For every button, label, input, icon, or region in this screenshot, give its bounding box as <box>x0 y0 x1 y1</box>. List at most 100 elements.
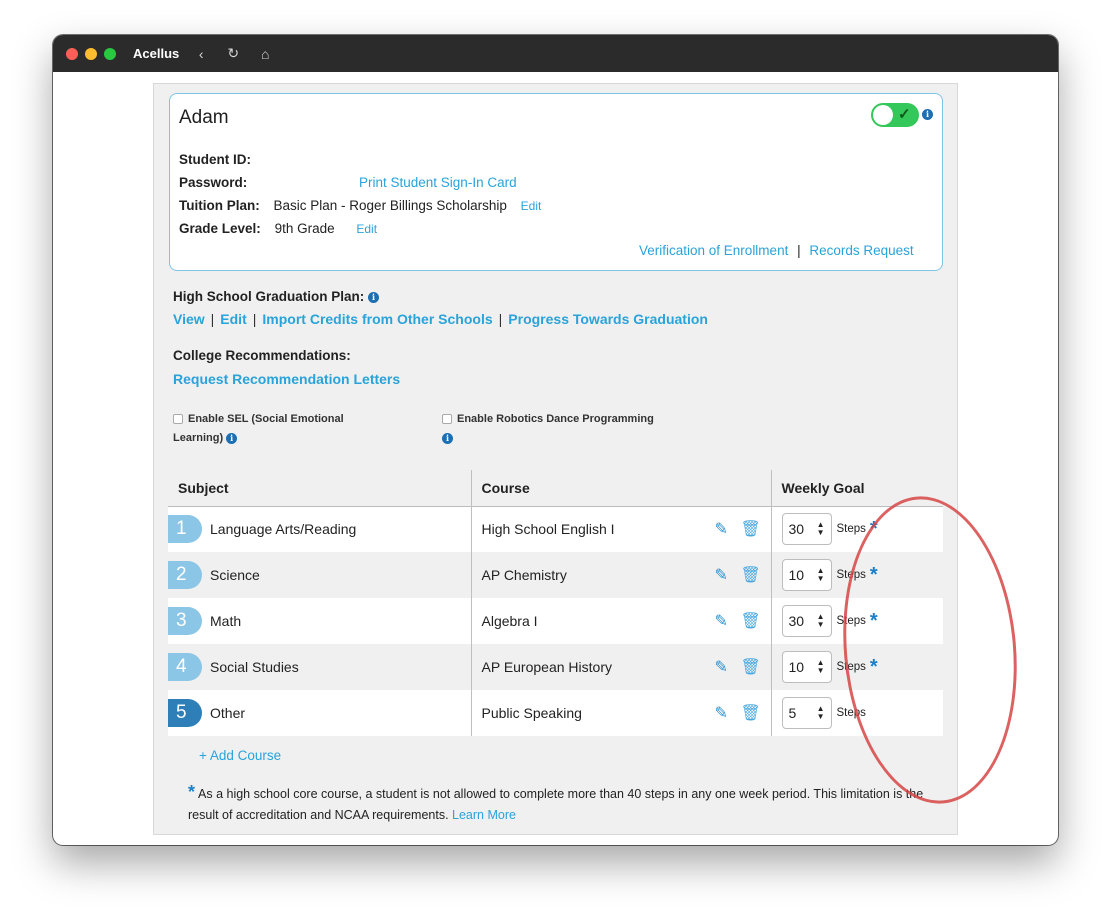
course-column-header: Course <box>470 470 771 507</box>
info-icon[interactable]: i <box>922 109 933 120</box>
stepper-arrows-icon[interactable]: ▲ ▼ <box>817 521 825 537</box>
edit-plan-link[interactable]: Edit <box>220 311 246 327</box>
course-name: High School English I <box>481 521 615 538</box>
password-field: Password: <box>179 175 247 190</box>
weekly-goal-stepper[interactable]: 30 ▲ ▼ <box>781 605 832 637</box>
stepper-arrows-icon[interactable]: ▲ ▼ <box>817 705 825 721</box>
robotics-label: Enable Robotics Dance Programming <box>457 413 654 425</box>
close-window-button[interactable] <box>66 47 78 60</box>
subject-cell: 2 Science <box>168 561 471 589</box>
core-course-asterisk: * <box>869 610 878 632</box>
table-row: 2 Science AP Chemistry ✎ 🗑 10 ▲ ▼ Steps * <box>168 552 943 598</box>
separator: | <box>498 311 503 327</box>
edit-pencil-icon[interactable]: ✎ <box>715 565 741 585</box>
verification-of-enrollment-link[interactable]: Verification of Enrollment <box>639 243 788 258</box>
import-credits-link[interactable]: Import Credits from Other Schools <box>262 311 492 327</box>
courses-table: Subject Course Weekly Goal 1 Language Art… <box>168 470 943 736</box>
subject-name: Math <box>210 613 242 629</box>
college-section: College Recommendations: <box>173 348 351 363</box>
course-cell: Algebra I ✎ 🗑 <box>472 611 771 631</box>
subject-name: Science <box>210 567 260 583</box>
edit-pencil-icon[interactable]: ✎ <box>715 703 741 723</box>
table-row: 1 Language Arts/Reading High School Engli… <box>168 506 943 552</box>
weekly-goal-stepper[interactable]: 10 ▲ ▼ <box>781 559 832 591</box>
robotics-checkbox[interactable] <box>442 414 452 425</box>
home-icon[interactable]: ⌂ <box>257 46 273 62</box>
row-number-badge: 3 <box>168 607 202 635</box>
course-name: Algebra I <box>481 613 538 629</box>
goal-value: 30 <box>788 613 805 629</box>
sel-checkbox[interactable] <box>173 414 183 425</box>
trash-icon[interactable]: 🗑 <box>741 519 767 539</box>
records-request-link[interactable]: Records Request <box>809 243 913 258</box>
grade-label: Grade Level: <box>179 221 261 236</box>
row-number-badge: 1 <box>168 515 202 544</box>
request-recommendation-letters-link[interactable]: Request Recommendation Letters <box>173 371 400 387</box>
app-window: Acellus ‹ ↻ ⌂ Adam ✓ i Student ID: Passw… <box>53 35 1058 845</box>
sel-option: Enable SEL (Social Emotional Learning) i <box>173 410 373 448</box>
enrollment-links: Verification of Enrollment | Records Req… <box>639 243 914 258</box>
steps-label: Steps <box>836 707 866 719</box>
back-icon[interactable]: ‹ <box>193 46 209 62</box>
steps-label: Steps <box>836 615 866 627</box>
trash-icon[interactable]: 🗑 <box>741 657 767 677</box>
maximize-window-button[interactable] <box>104 47 116 60</box>
print-sign-in-card-link[interactable]: Print Student Sign-In Card <box>359 175 517 190</box>
footnote: * As a high school core course, a student… <box>188 783 928 826</box>
separator: | <box>210 311 215 327</box>
grade-edit-link[interactable]: Edit <box>356 222 377 236</box>
tuition-value: Basic Plan - Roger Billings Scholarship <box>273 198 507 213</box>
student-id-label: Student ID: <box>179 152 251 167</box>
minimize-window-button[interactable] <box>85 47 97 60</box>
add-course-link[interactable]: + Add Course <box>199 748 281 763</box>
stepper-arrows-icon[interactable]: ▲ ▼ <box>817 567 825 583</box>
subject-name: Social Studies <box>210 659 299 675</box>
info-icon[interactable]: i <box>226 432 238 444</box>
subject-cell: 3 Math <box>168 607 471 635</box>
graduation-plan-header: High School Graduation Plan: <box>173 289 365 304</box>
goal-value: 10 <box>788 567 805 583</box>
goal-cell: 30 ▲ ▼ Steps * <box>772 605 944 637</box>
info-icon[interactable]: i <box>368 291 380 303</box>
weekly-goal-stepper[interactable]: 30 ▲ ▼ <box>781 513 832 546</box>
core-course-asterisk: * <box>869 564 878 586</box>
view-plan-link[interactable]: View <box>173 311 205 327</box>
grade-value: 9th Grade <box>274 221 335 236</box>
goal-value: 30 <box>788 521 805 538</box>
core-course-asterisk: * <box>869 518 878 541</box>
steps-label: Steps <box>836 569 866 581</box>
learn-more-link[interactable]: Learn More <box>452 808 516 822</box>
course-cell: AP European History ✎ 🗑 <box>472 657 771 677</box>
info-icon[interactable]: i <box>442 432 453 444</box>
steps-label: Steps <box>836 523 866 536</box>
trash-icon[interactable]: 🗑 <box>741 611 767 631</box>
student-name: Adam <box>179 107 229 128</box>
stepper-arrows-icon[interactable]: ▲ ▼ <box>817 613 825 629</box>
goal-cell: 5 ▲ ▼ Steps <box>772 697 944 729</box>
row-number-badge: 4 <box>168 653 202 681</box>
course-cell: AP Chemistry ✎ 🗑 <box>472 565 771 585</box>
weekly-goal-column-header: Weekly Goal <box>770 470 943 507</box>
row-number-badge: 5 <box>168 699 202 727</box>
weekly-goal-stepper[interactable]: 10 ▲ ▼ <box>781 651 832 683</box>
college-links: Request Recommendation Letters <box>173 371 400 387</box>
sel-label-line1: Enable SEL (Social Emotional <box>188 413 344 425</box>
reload-icon[interactable]: ↻ <box>225 45 241 62</box>
tuition-edit-link[interactable]: Edit <box>521 199 542 213</box>
student-enabled-toggle[interactable]: ✓ <box>871 103 919 127</box>
goal-value: 5 <box>788 705 797 721</box>
toggle-knob <box>873 105 893 125</box>
trash-icon[interactable]: 🗑 <box>741 703 767 723</box>
goal-value: 10 <box>788 659 805 675</box>
tuition-field: Tuition Plan: Basic Plan - Roger Billing… <box>179 198 541 213</box>
progress-towards-graduation-link[interactable]: Progress Towards Graduation <box>508 311 708 327</box>
trash-icon[interactable]: 🗑 <box>741 565 767 585</box>
weekly-goal-stepper[interactable]: 5 ▲ ▼ <box>781 697 832 729</box>
subject-name: Other <box>210 705 246 721</box>
student-id-field: Student ID: <box>179 152 251 167</box>
edit-pencil-icon[interactable]: ✎ <box>715 611 741 631</box>
stepper-arrows-icon[interactable]: ▲ ▼ <box>817 659 825 675</box>
goal-cell: 10 ▲ ▼ Steps * <box>772 651 944 683</box>
edit-pencil-icon[interactable]: ✎ <box>715 519 741 539</box>
edit-pencil-icon[interactable]: ✎ <box>715 657 741 677</box>
